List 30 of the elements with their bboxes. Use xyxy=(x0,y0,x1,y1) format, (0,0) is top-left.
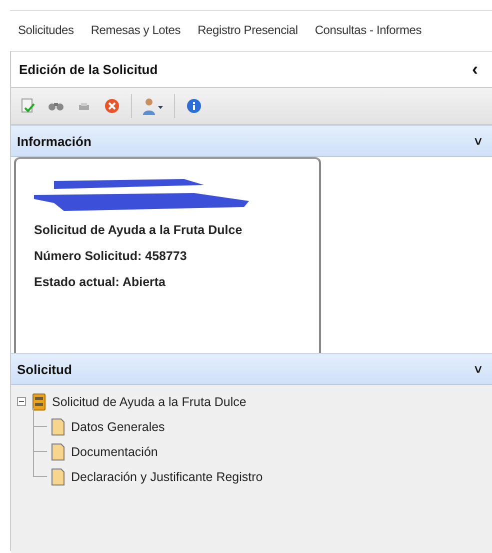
cabinet-icon xyxy=(32,392,46,410)
info-line: Estado actual: Abierta xyxy=(34,274,167,291)
document-icon xyxy=(51,442,65,460)
check-document-button[interactable] xyxy=(19,96,37,116)
section-title: Información xyxy=(17,134,92,148)
info-line: Número Solicitud: 458773 xyxy=(34,248,188,265)
collapse-toggle[interactable] xyxy=(17,397,26,406)
cancel-button[interactable] xyxy=(103,96,121,116)
cancel-icon xyxy=(103,96,121,116)
menu-item[interactable]: Consultas - Informes xyxy=(314,23,422,37)
expand-toggle[interactable]: ˅ xyxy=(474,134,482,148)
info-line: Solicitud de Ayuda a la Fruta Dulce xyxy=(34,222,244,239)
document-icon xyxy=(51,418,65,436)
info-icon xyxy=(185,96,203,116)
info-button[interactable] xyxy=(185,96,203,116)
collapse-toggle[interactable]: ‹ xyxy=(472,59,478,80)
expand-toggle[interactable]: ˅ xyxy=(474,362,482,376)
section-title: Solicitud xyxy=(17,362,72,376)
menu-item[interactable]: Remesas y Lotes xyxy=(90,23,181,37)
menu-item[interactable]: Solicitudes xyxy=(18,23,74,37)
tree-item[interactable]: Datos Generales xyxy=(71,420,165,434)
tree-item[interactable]: Documentación xyxy=(71,444,158,458)
menu-item[interactable]: Registro Presencial xyxy=(198,23,298,37)
user-icon xyxy=(142,96,164,116)
tree-item[interactable]: Solicitud de Ayuda a la Fruta Dulce xyxy=(52,394,246,408)
user-button[interactable] xyxy=(142,96,164,116)
check-document-icon xyxy=(19,96,37,116)
tree-item[interactable]: Declaración y Justificante Registro xyxy=(71,470,263,484)
panel-title: Edición de la Solicitud xyxy=(19,62,158,77)
document-icon xyxy=(51,468,65,486)
